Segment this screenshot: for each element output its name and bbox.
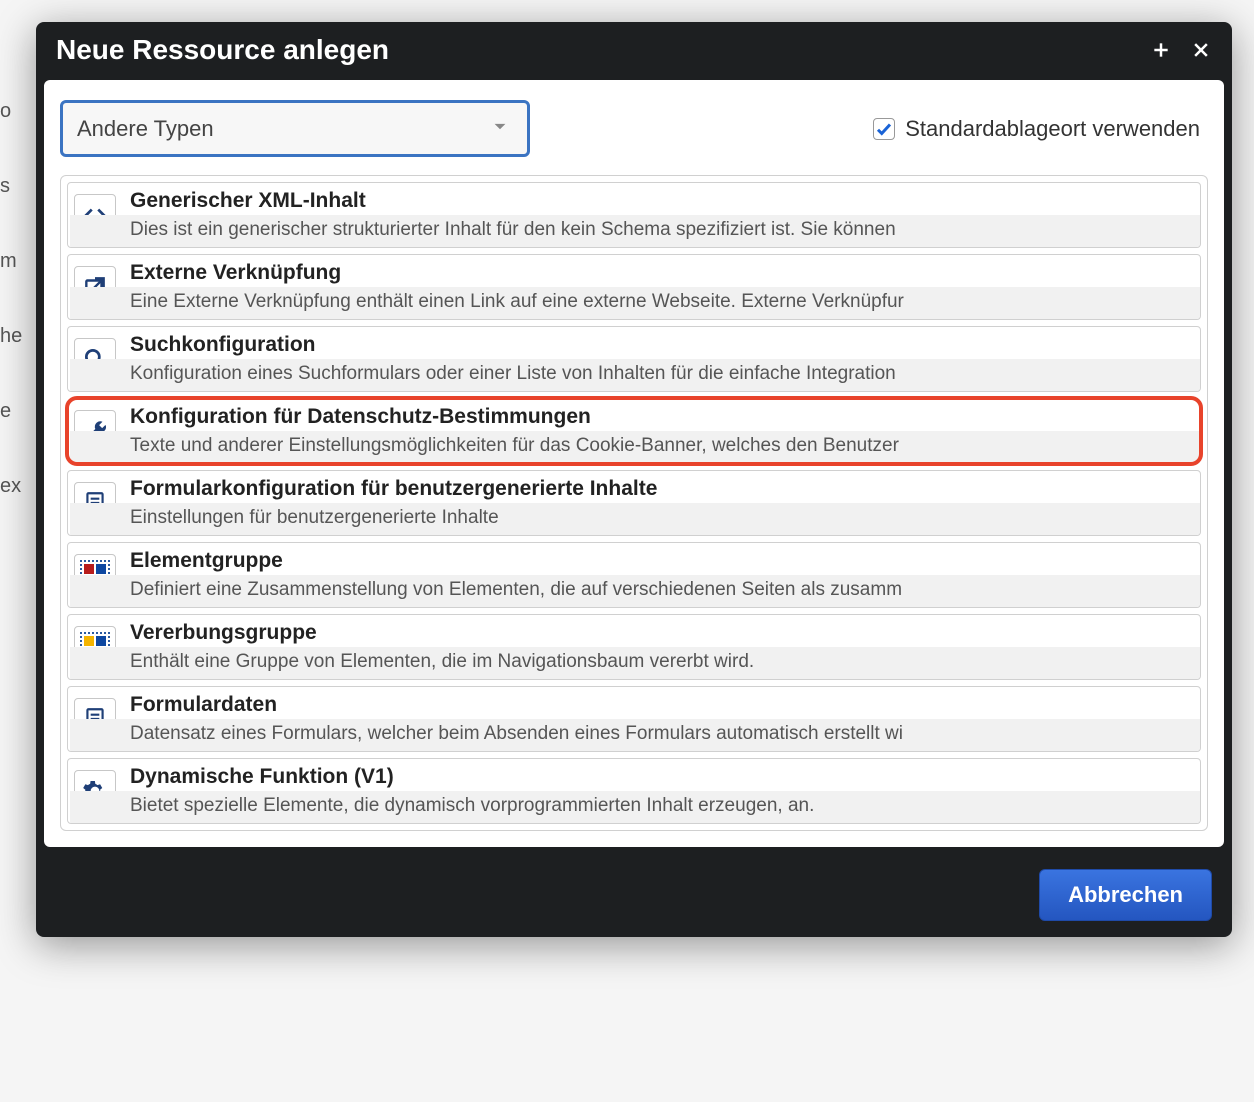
list-item[interactable]: Elementgruppe Definiert eine Zusammenstel… <box>67 542 1201 608</box>
dialog-body: Andere Typen Standardablageort verwenden… <box>44 80 1224 847</box>
dialog-title: Neue Ressource anlegen <box>56 34 1132 66</box>
list-item[interactable]: Generischer XML-Inhalt Dies ist ein gener… <box>67 182 1201 248</box>
dialog-footer: Abbrechen <box>36 855 1232 937</box>
item-desc: Definiert eine Zusammenstellung von Elem… <box>130 579 1190 601</box>
item-texts: Formularkonfiguration für benutzergeneri… <box>130 477 1190 529</box>
item-title: Suchkonfiguration <box>130 333 1190 357</box>
chevron-down-icon <box>487 113 513 144</box>
item-title: Externe Verknüpfung <box>130 261 1190 285</box>
plus-icon[interactable] <box>1150 39 1172 61</box>
item-desc: Datensatz eines Formulars, welcher beim … <box>130 723 1190 745</box>
item-texts: Dynamische Funktion (V1) Bietet spezielle… <box>130 765 1190 817</box>
item-desc: Bietet spezielle Elemente, die dynamisch… <box>130 795 1190 817</box>
list-item[interactable]: Vererbungsgruppe Enthält eine Gruppe von … <box>67 614 1201 680</box>
item-title: Formularkonfiguration für benutzergeneri… <box>130 477 1190 501</box>
new-resource-dialog: Neue Ressource anlegen Andere Typen Stan… <box>36 22 1232 937</box>
bg-text: he <box>0 325 22 348</box>
item-desc: Eine Externe Verknüpfung enthält einen L… <box>130 291 1190 313</box>
item-title: Elementgruppe <box>130 549 1190 573</box>
resource-type-list: Generischer XML-Inhalt Dies ist ein gener… <box>60 175 1208 831</box>
item-title: Dynamische Funktion (V1) <box>130 765 1190 789</box>
bg-text: s <box>0 175 10 198</box>
item-texts: Generischer XML-Inhalt Dies ist ein gener… <box>130 189 1190 241</box>
item-title: Formulardaten <box>130 693 1190 717</box>
list-item[interactable]: Suchkonfiguration Konfiguration eines Suc… <box>67 326 1201 392</box>
cancel-button[interactable]: Abbrechen <box>1039 869 1212 921</box>
item-texts: Suchkonfiguration Konfiguration eines Suc… <box>130 333 1190 385</box>
item-title: Vererbungsgruppe <box>130 621 1190 645</box>
bg-text: o <box>0 100 11 123</box>
item-texts: Externe Verknüpfung Eine Externe Verknüpf… <box>130 261 1190 313</box>
item-texts: Formulardaten Datensatz eines Formulars, … <box>130 693 1190 745</box>
item-desc: Konfiguration eines Suchformulars oder e… <box>130 363 1190 385</box>
item-title: Generischer XML-Inhalt <box>130 189 1190 213</box>
list-item[interactable]: Formularkonfiguration für benutzergeneri… <box>67 470 1201 536</box>
bg-text: e <box>0 400 11 423</box>
list-item[interactable]: Dynamische Funktion (V1) Bietet spezielle… <box>67 758 1201 824</box>
default-location-checkbox[interactable] <box>873 118 895 140</box>
dialog-titlebar: Neue Ressource anlegen <box>36 22 1232 80</box>
item-desc: Texte und anderer Einstellungsmöglichkei… <box>130 435 1190 457</box>
item-texts: Elementgruppe Definiert eine Zusammenstel… <box>130 549 1190 601</box>
item-title: Konfiguration für Datenschutz-Bestimmung… <box>130 405 1190 429</box>
type-select[interactable]: Andere Typen <box>60 100 530 157</box>
bg-text: ex <box>0 475 21 498</box>
bg-text: m <box>0 250 17 273</box>
default-location-label: Standardablageort verwenden <box>905 116 1200 142</box>
item-texts: Vererbungsgruppe Enthält eine Gruppe von … <box>130 621 1190 673</box>
item-desc: Enthält eine Gruppe von Elementen, die i… <box>130 651 1190 673</box>
list-item[interactable]: Formulardaten Datensatz eines Formulars, … <box>67 686 1201 752</box>
default-location-checkbox-wrap[interactable]: Standardablageort verwenden <box>873 116 1200 142</box>
close-icon[interactable] <box>1190 39 1212 61</box>
item-desc: Dies ist ein generischer strukturierter … <box>130 219 1190 241</box>
list-item[interactable]: Externe Verknüpfung Eine Externe Verknüpf… <box>67 254 1201 320</box>
list-item[interactable]: Konfiguration für Datenschutz-Bestimmung… <box>67 398 1201 464</box>
item-desc: Einstellungen für benutzergenerierte Inh… <box>130 507 1190 529</box>
type-select-label: Andere Typen <box>77 116 487 142</box>
top-row: Andere Typen Standardablageort verwenden <box>60 96 1208 161</box>
item-texts: Konfiguration für Datenschutz-Bestimmung… <box>130 405 1190 457</box>
